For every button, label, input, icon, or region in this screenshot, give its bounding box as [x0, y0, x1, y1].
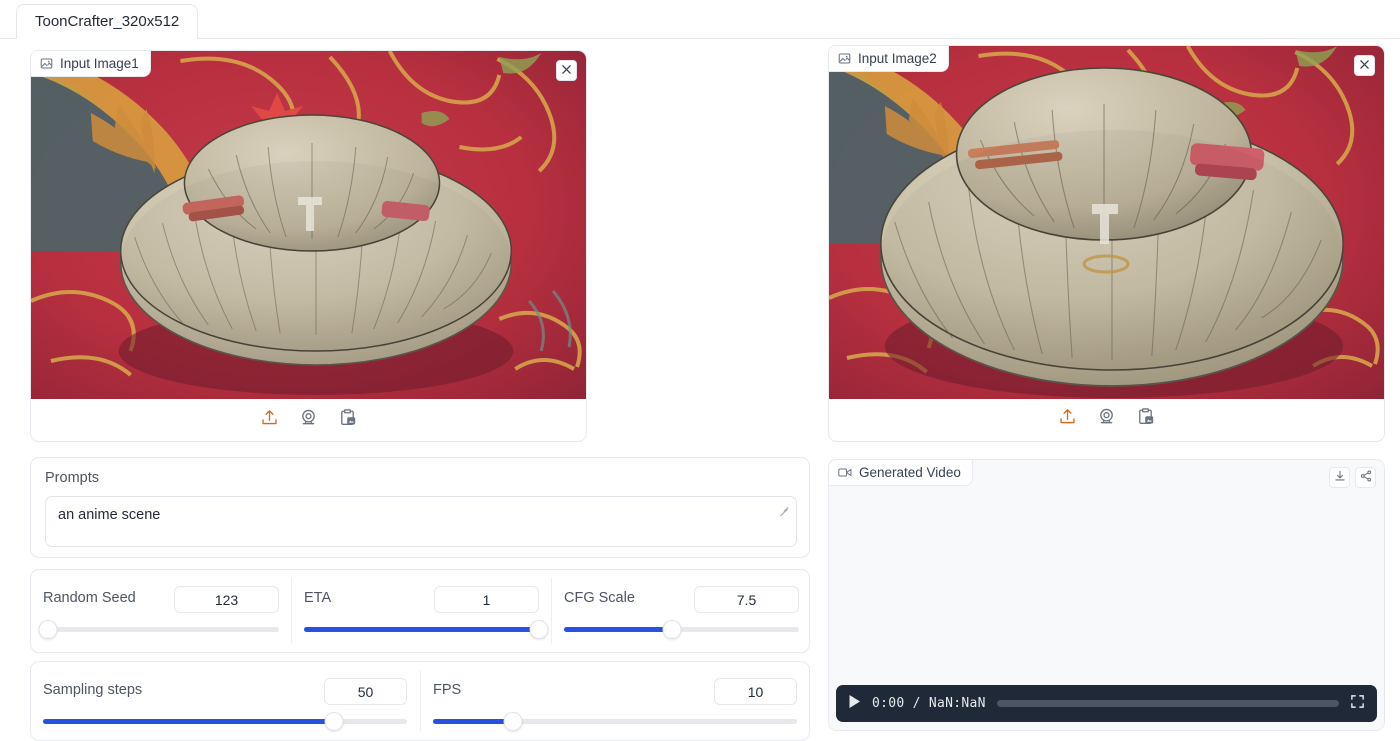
webcam-icon[interactable]: [1097, 407, 1116, 431]
sampling-steps-value[interactable]: 50: [324, 678, 407, 705]
cfg-scale-slider-fill: [564, 627, 673, 632]
input-image2-toolbar: [829, 397, 1384, 441]
upload-icon[interactable]: [260, 408, 279, 432]
input-image1-close-button[interactable]: [556, 60, 577, 81]
prompts-panel: Prompts: [30, 457, 810, 558]
video-player-controls: 0:00 / NaN:NaN: [836, 685, 1377, 722]
image-icon: [838, 52, 851, 65]
fps-slider[interactable]: [433, 712, 797, 731]
sampling-steps-slider[interactable]: [43, 712, 407, 731]
input-image2-badge-label: Input Image2: [858, 51, 937, 66]
input-image1-panel: Input Image1: [30, 50, 587, 442]
generated-video-panel: Generated Video 0:00 / NaN:NaN: [828, 459, 1385, 731]
share-button[interactable]: [1355, 467, 1376, 488]
slider-fps: FPS 10: [421, 662, 811, 740]
random-seed-slider-thumb[interactable]: [38, 620, 58, 639]
sampling-steps-slider-fill: [43, 719, 335, 724]
input-image1-badge: Input Image1: [30, 50, 151, 77]
input-image1-toolbar: [31, 398, 586, 441]
fullscreen-icon: [1350, 694, 1365, 714]
fullscreen-button[interactable]: [1350, 694, 1365, 714]
download-icon: [1334, 469, 1346, 487]
upload-icon[interactable]: [1058, 407, 1077, 431]
fps-slider-fill: [433, 719, 514, 724]
eta-value[interactable]: 1: [434, 586, 539, 613]
input-image2-close-button[interactable]: [1354, 55, 1375, 76]
slider-cfg-scale: CFG Scale 7.5: [552, 570, 811, 652]
cfg-scale-label: CFG Scale: [564, 590, 635, 606]
eta-slider-fill: [304, 627, 539, 632]
random-seed-value[interactable]: 123: [174, 586, 279, 613]
fps-value[interactable]: 10: [714, 678, 797, 705]
eta-label: ETA: [304, 590, 332, 606]
generated-video-badge-label: Generated Video: [859, 465, 961, 480]
eta-slider-thumb[interactable]: [529, 620, 549, 639]
cfg-scale-value[interactable]: 7.5: [694, 586, 799, 613]
generated-video-badge: Generated Video: [828, 459, 973, 486]
sampling-steps-label: Sampling steps: [43, 682, 143, 698]
input-image1-badge-label: Input Image1: [60, 56, 139, 71]
generated-video-actions: [1329, 467, 1376, 488]
input-image1-artwork: [31, 51, 586, 399]
tab-strip: ToonCrafter_320x512: [0, 0, 1400, 39]
share-icon: [1360, 469, 1372, 487]
slider-group-row1: Random Seed 123 ETA 1 CFG Scale 7.5: [30, 569, 810, 653]
prompts-input[interactable]: [45, 496, 797, 547]
slider-random-seed: Random Seed 123: [31, 570, 291, 652]
paste-clipboard-icon[interactable]: [338, 408, 357, 432]
close-icon: [561, 62, 572, 80]
video-camera-icon: [838, 466, 852, 479]
input-image2-panel: Input Image2: [828, 45, 1385, 442]
fps-label: FPS: [433, 682, 462, 698]
input-image2-preview[interactable]: [829, 46, 1384, 399]
paste-clipboard-icon[interactable]: [1136, 407, 1155, 431]
slider-eta: ETA 1: [292, 570, 551, 652]
prompts-label: Prompts: [45, 470, 99, 486]
tab-tooncrafter-320x512[interactable]: ToonCrafter_320x512: [16, 4, 199, 39]
random-seed-label: Random Seed: [43, 590, 136, 606]
close-icon: [1359, 57, 1370, 75]
input-image1-preview[interactable]: [31, 51, 586, 399]
sampling-steps-slider-thumb[interactable]: [324, 712, 344, 731]
image-icon: [40, 57, 53, 70]
tab-label: ToonCrafter_320x512: [35, 13, 180, 30]
cfg-scale-slider[interactable]: [564, 620, 799, 639]
play-button[interactable]: [848, 694, 861, 714]
random-seed-slider[interactable]: [38, 620, 279, 639]
input-image2-artwork: [829, 46, 1384, 399]
slider-group-row2: Sampling steps 50 FPS 10: [30, 661, 810, 741]
download-button[interactable]: [1329, 467, 1350, 488]
video-time-display: 0:00 / NaN:NaN: [872, 696, 986, 711]
eta-slider[interactable]: [304, 620, 549, 639]
fps-slider-thumb[interactable]: [503, 712, 523, 731]
webcam-icon[interactable]: [299, 408, 318, 432]
input-image2-badge: Input Image2: [828, 45, 949, 72]
cfg-scale-slider-thumb[interactable]: [662, 620, 682, 639]
video-progress-bar[interactable]: [996, 700, 1339, 707]
play-icon: [848, 694, 861, 714]
slider-sampling-steps: Sampling steps 50: [31, 662, 420, 740]
